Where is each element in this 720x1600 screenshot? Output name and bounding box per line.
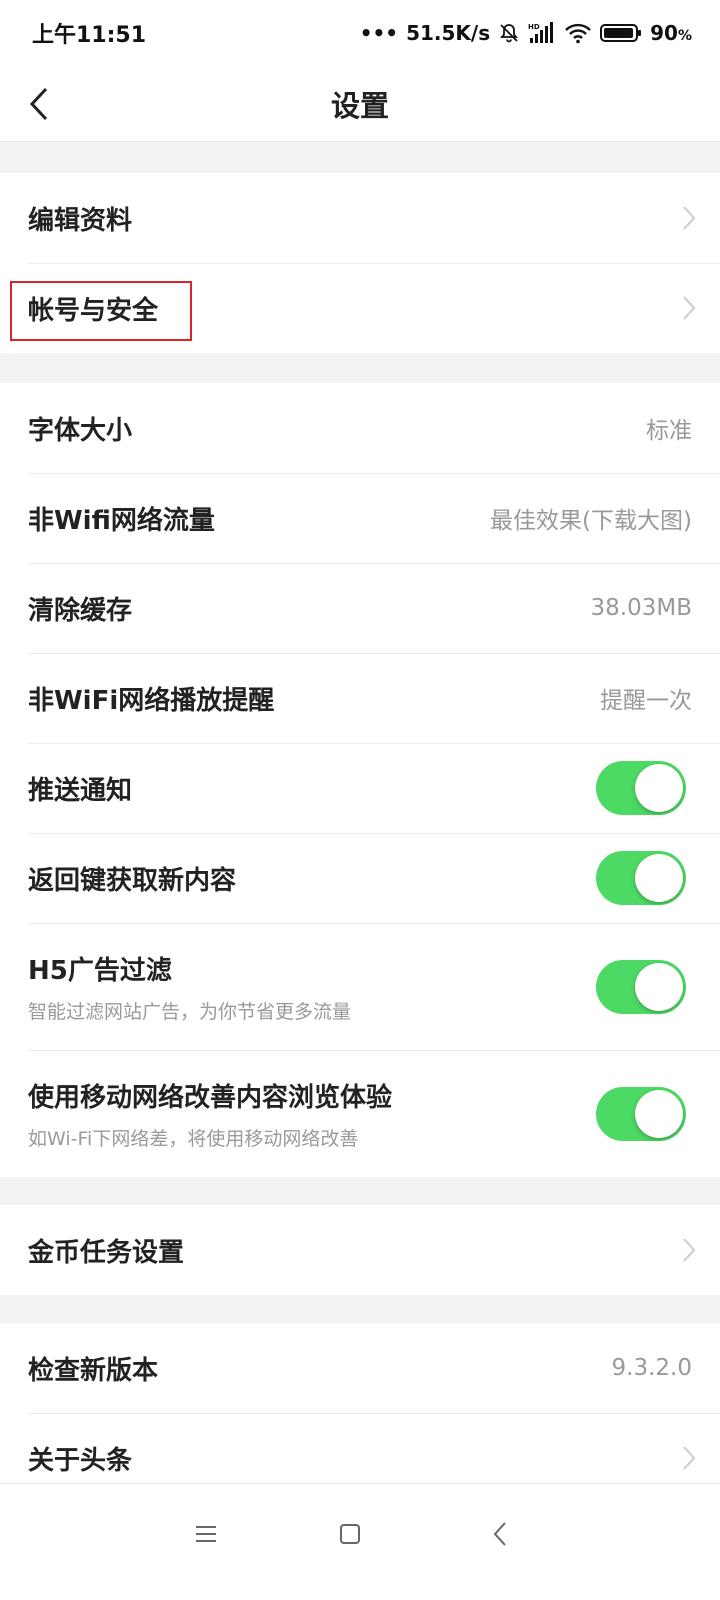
menu-icon [196, 1526, 216, 1542]
h5-ad-filter-toggle[interactable] [596, 959, 686, 1014]
settings-item-h5-ad-filter: H5广告过滤 智能过滤网站广告，为你节省更多流量 [0, 923, 720, 1050]
settings-item-label: H5广告过滤 [28, 955, 172, 986]
settings-item-label: 推送通知 [28, 775, 133, 806]
status-bar: 上午11:51 ••• 51.5K/s HD 90% [0, 0, 720, 66]
back-button[interactable] [28, 84, 68, 124]
settings-item-label: 返回键获取新内容 [28, 865, 237, 896]
settings-item-label: 金币任务设置 [28, 1237, 185, 1268]
more-dots-icon: ••• [359, 21, 399, 45]
network-speed: 51.5K/s [406, 21, 491, 45]
settings-item-label: 编辑资料 [28, 205, 133, 236]
settings-item-non-wifi-traffic[interactable]: 非Wifi网络流量 最佳效果(下载大图) [0, 473, 720, 563]
system-nav-bar [0, 1483, 720, 1600]
settings-item-account-security[interactable]: 帐号与安全 [0, 263, 720, 353]
toggle-knob [635, 1089, 683, 1138]
settings-item-font-size[interactable]: 字体大小 标准 [0, 383, 720, 473]
chevron-right-icon [683, 206, 696, 230]
chevron-right-icon [683, 1238, 696, 1262]
settings-group-general: 字体大小 标准 非Wifi网络流量 最佳效果(下载大图) 清除缓存 38.03M… [0, 383, 720, 1177]
nav-back-button[interactable] [480, 1514, 520, 1554]
settings-item-value: 最佳效果(下载大图) [490, 508, 692, 534]
status-icons: ••• 51.5K/s HD 90% [360, 21, 692, 45]
svg-text:HD: HD [528, 23, 540, 31]
settings-item-mobile-boost: 使用移动网络改善内容浏览体验 如Wi-Fi下网络差，将使用移动网络改善 [0, 1050, 720, 1177]
back-refresh-toggle[interactable] [596, 851, 686, 905]
battery-percent: 90% [650, 21, 692, 45]
toggle-knob [635, 854, 683, 902]
settings-item-push-notify: 推送通知 [0, 743, 720, 833]
settings-item-label: 清除缓存 [28, 595, 133, 626]
settings-item-label: 非Wifi网络流量 [28, 505, 215, 536]
chevron-right-icon [683, 296, 696, 320]
home-button[interactable] [330, 1514, 370, 1554]
settings-item-value: 9.3.2.0 [611, 1355, 692, 1381]
settings-item-subtitle: 如Wi-Fi下网络差，将使用移动网络改善 [28, 1127, 359, 1150]
settings-item-back-refresh: 返回键获取新内容 [0, 833, 720, 923]
settings-item-value: 标准 [646, 418, 692, 444]
settings-item-value: 提醒一次 [600, 688, 692, 714]
settings-item-label: 检查新版本 [28, 1355, 159, 1386]
push-notify-toggle[interactable] [596, 761, 686, 815]
settings-item-label: 帐号与安全 [28, 295, 159, 326]
settings-item-value: 38.03MB [590, 595, 692, 621]
toggle-knob [635, 764, 683, 812]
toggle-knob [635, 962, 683, 1011]
settings-group-coin: 金币任务设置 [0, 1205, 720, 1295]
chevron-right-icon [683, 1446, 696, 1470]
home-square-icon [340, 1524, 360, 1544]
page-title: 设置 [330, 88, 389, 123]
settings-item-coin-task[interactable]: 金币任务设置 [0, 1205, 720, 1295]
settings-item-label: 关于头条 [28, 1445, 133, 1476]
settings-item-check-version[interactable]: 检查新版本 9.3.2.0 [0, 1323, 720, 1413]
battery-icon [600, 24, 642, 42]
status-time: 上午11:51 [32, 23, 147, 48]
settings-group-about: 检查新版本 9.3.2.0 关于头条 [0, 1323, 720, 1503]
menu-button[interactable] [186, 1514, 226, 1554]
mobile-boost-toggle[interactable] [596, 1086, 686, 1141]
settings-item-clear-cache[interactable]: 清除缓存 38.03MB [0, 563, 720, 653]
chevron-left-icon [29, 87, 48, 121]
settings-item-edit-profile[interactable]: 编辑资料 [0, 173, 720, 263]
settings-item-label: 字体大小 [28, 415, 133, 446]
settings-group-profile: 编辑资料 帐号与安全 [0, 173, 720, 353]
wifi-icon [565, 23, 591, 44]
settings-item-non-wifi-play-alert[interactable]: 非WiFi网络播放提醒 提醒一次 [0, 653, 720, 743]
signal-icon: HD [528, 22, 554, 43]
top-app-bar: 设置 [0, 66, 720, 142]
back-arrow-icon [493, 1522, 506, 1546]
settings-item-label: 非WiFi网络播放提醒 [28, 685, 275, 716]
settings-item-subtitle: 智能过滤网站广告，为你节省更多流量 [28, 1000, 352, 1023]
settings-item-label: 使用移动网络改善内容浏览体验 [28, 1082, 393, 1113]
bell-off-icon [500, 24, 519, 43]
